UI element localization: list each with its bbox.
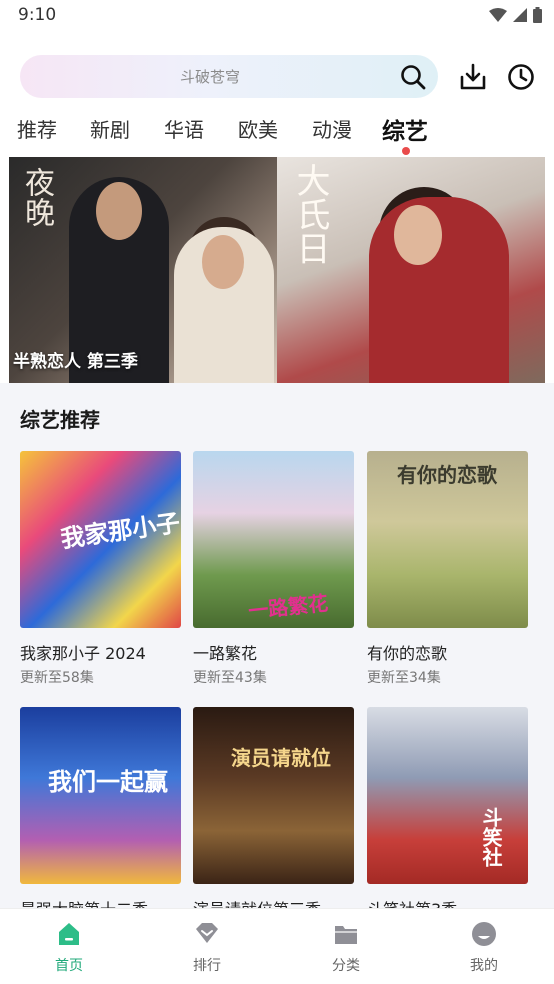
tab-new-drama[interactable]: 新剧	[90, 114, 130, 143]
home-icon	[59, 923, 79, 945]
show-poster: 演员请就位	[193, 707, 354, 884]
banner-figure	[394, 205, 442, 265]
poster-title-art: 有你的恋歌	[397, 463, 497, 487]
status-bar: 9:10	[0, 0, 554, 32]
nav-home[interactable]: 首页	[29, 921, 109, 975]
show-card[interactable]: 我家那小子 我家那小子 2024 更新至58集	[20, 451, 181, 686]
show-poster: 一路繁花	[193, 451, 354, 628]
battery-icon	[533, 7, 542, 23]
download-icon[interactable]	[458, 62, 488, 92]
section-title: 综艺推荐	[20, 408, 100, 432]
rank-icon	[196, 923, 218, 943]
status-icons	[489, 7, 542, 23]
tab-chinese[interactable]: 华语	[164, 114, 204, 143]
nav-home-label: 首页	[55, 958, 83, 974]
show-episode-status: 更新至34集	[367, 670, 441, 686]
tab-anime[interactable]: 动漫	[312, 114, 352, 143]
banner-poster-text-right: 大氏日	[290, 163, 330, 265]
show-card[interactable]: 演员请就位 演员请就位第三季	[193, 707, 354, 919]
tab-recommend[interactable]: 推荐	[17, 114, 57, 143]
banner-poster-text-left: 夜晚	[19, 167, 54, 227]
poster-title-art: 一路繁花	[247, 590, 330, 624]
nav-rank-label: 排行	[193, 958, 221, 974]
show-card[interactable]: 有你的恋歌 有你的恋歌 更新至34集	[367, 451, 528, 686]
bottom-navigation: 首页 排行 分类 我的	[0, 908, 554, 984]
poster-title-art: 演员请就位	[231, 746, 331, 770]
folder-icon	[335, 926, 357, 944]
show-card[interactable]: 斗笑社 斗笑社第3季	[367, 707, 528, 919]
show-episode-status: 更新至43集	[193, 670, 267, 686]
show-title: 有你的恋歌	[367, 644, 448, 663]
banner-figure	[96, 182, 142, 240]
app-screen: 9:10 斗破苍穹 推荐 新剧 华语 欧美 动漫 综艺 夜晚 大氏日 半熟恋人 …	[0, 0, 554, 984]
nav-category-label: 分类	[332, 958, 360, 974]
banner-title: 半熟恋人 第三季	[13, 352, 138, 372]
poster-title-art: 我们一起赢	[48, 767, 168, 796]
search-placeholder: 斗破苍穹	[179, 68, 240, 86]
wifi-icon	[489, 8, 507, 22]
show-poster: 我家那小子	[20, 451, 181, 628]
nav-profile[interactable]: 我的	[444, 921, 524, 975]
show-poster: 有你的恋歌	[367, 451, 528, 628]
history-icon[interactable]	[506, 62, 536, 92]
show-poster: 斗笑社	[367, 707, 528, 884]
show-title: 我家那小子 2024	[20, 644, 146, 663]
nav-category[interactable]: 分类	[306, 921, 386, 975]
tab-western[interactable]: 欧美	[238, 114, 278, 143]
nav-rank[interactable]: 排行	[167, 921, 247, 975]
show-title: 一路繁花	[193, 644, 258, 663]
signal-icon	[513, 8, 527, 22]
search-bar[interactable]: 斗破苍穹	[20, 55, 438, 98]
variety-recommend-section: 综艺推荐 我家那小子 我家那小子 2024 更新至58集 一路繁花 一路繁花 更…	[0, 383, 554, 919]
tab-variety[interactable]: 综艺	[382, 112, 428, 146]
show-episode-status: 更新至58集	[20, 670, 94, 686]
show-card[interactable]: 一路繁花 一路繁花 更新至43集	[193, 451, 354, 686]
profile-icon	[472, 922, 496, 946]
show-poster: 我们一起赢	[20, 707, 181, 884]
hero-banner[interactable]: 夜晚 大氏日 半熟恋人 第三季	[9, 157, 545, 383]
poster-title-art: 斗笑社	[479, 807, 503, 867]
category-tabs: 推荐 新剧 华语 欧美 动漫 综艺	[0, 112, 554, 156]
status-time: 9:10	[18, 5, 57, 25]
show-card[interactable]: 我们一起赢 最强大脑第十二季	[20, 707, 181, 919]
search-icon[interactable]	[400, 64, 426, 90]
nav-profile-label: 我的	[470, 958, 498, 974]
active-tab-indicator	[402, 147, 410, 155]
poster-title-art: 我家那小子	[58, 507, 181, 554]
banner-figure	[202, 235, 244, 289]
